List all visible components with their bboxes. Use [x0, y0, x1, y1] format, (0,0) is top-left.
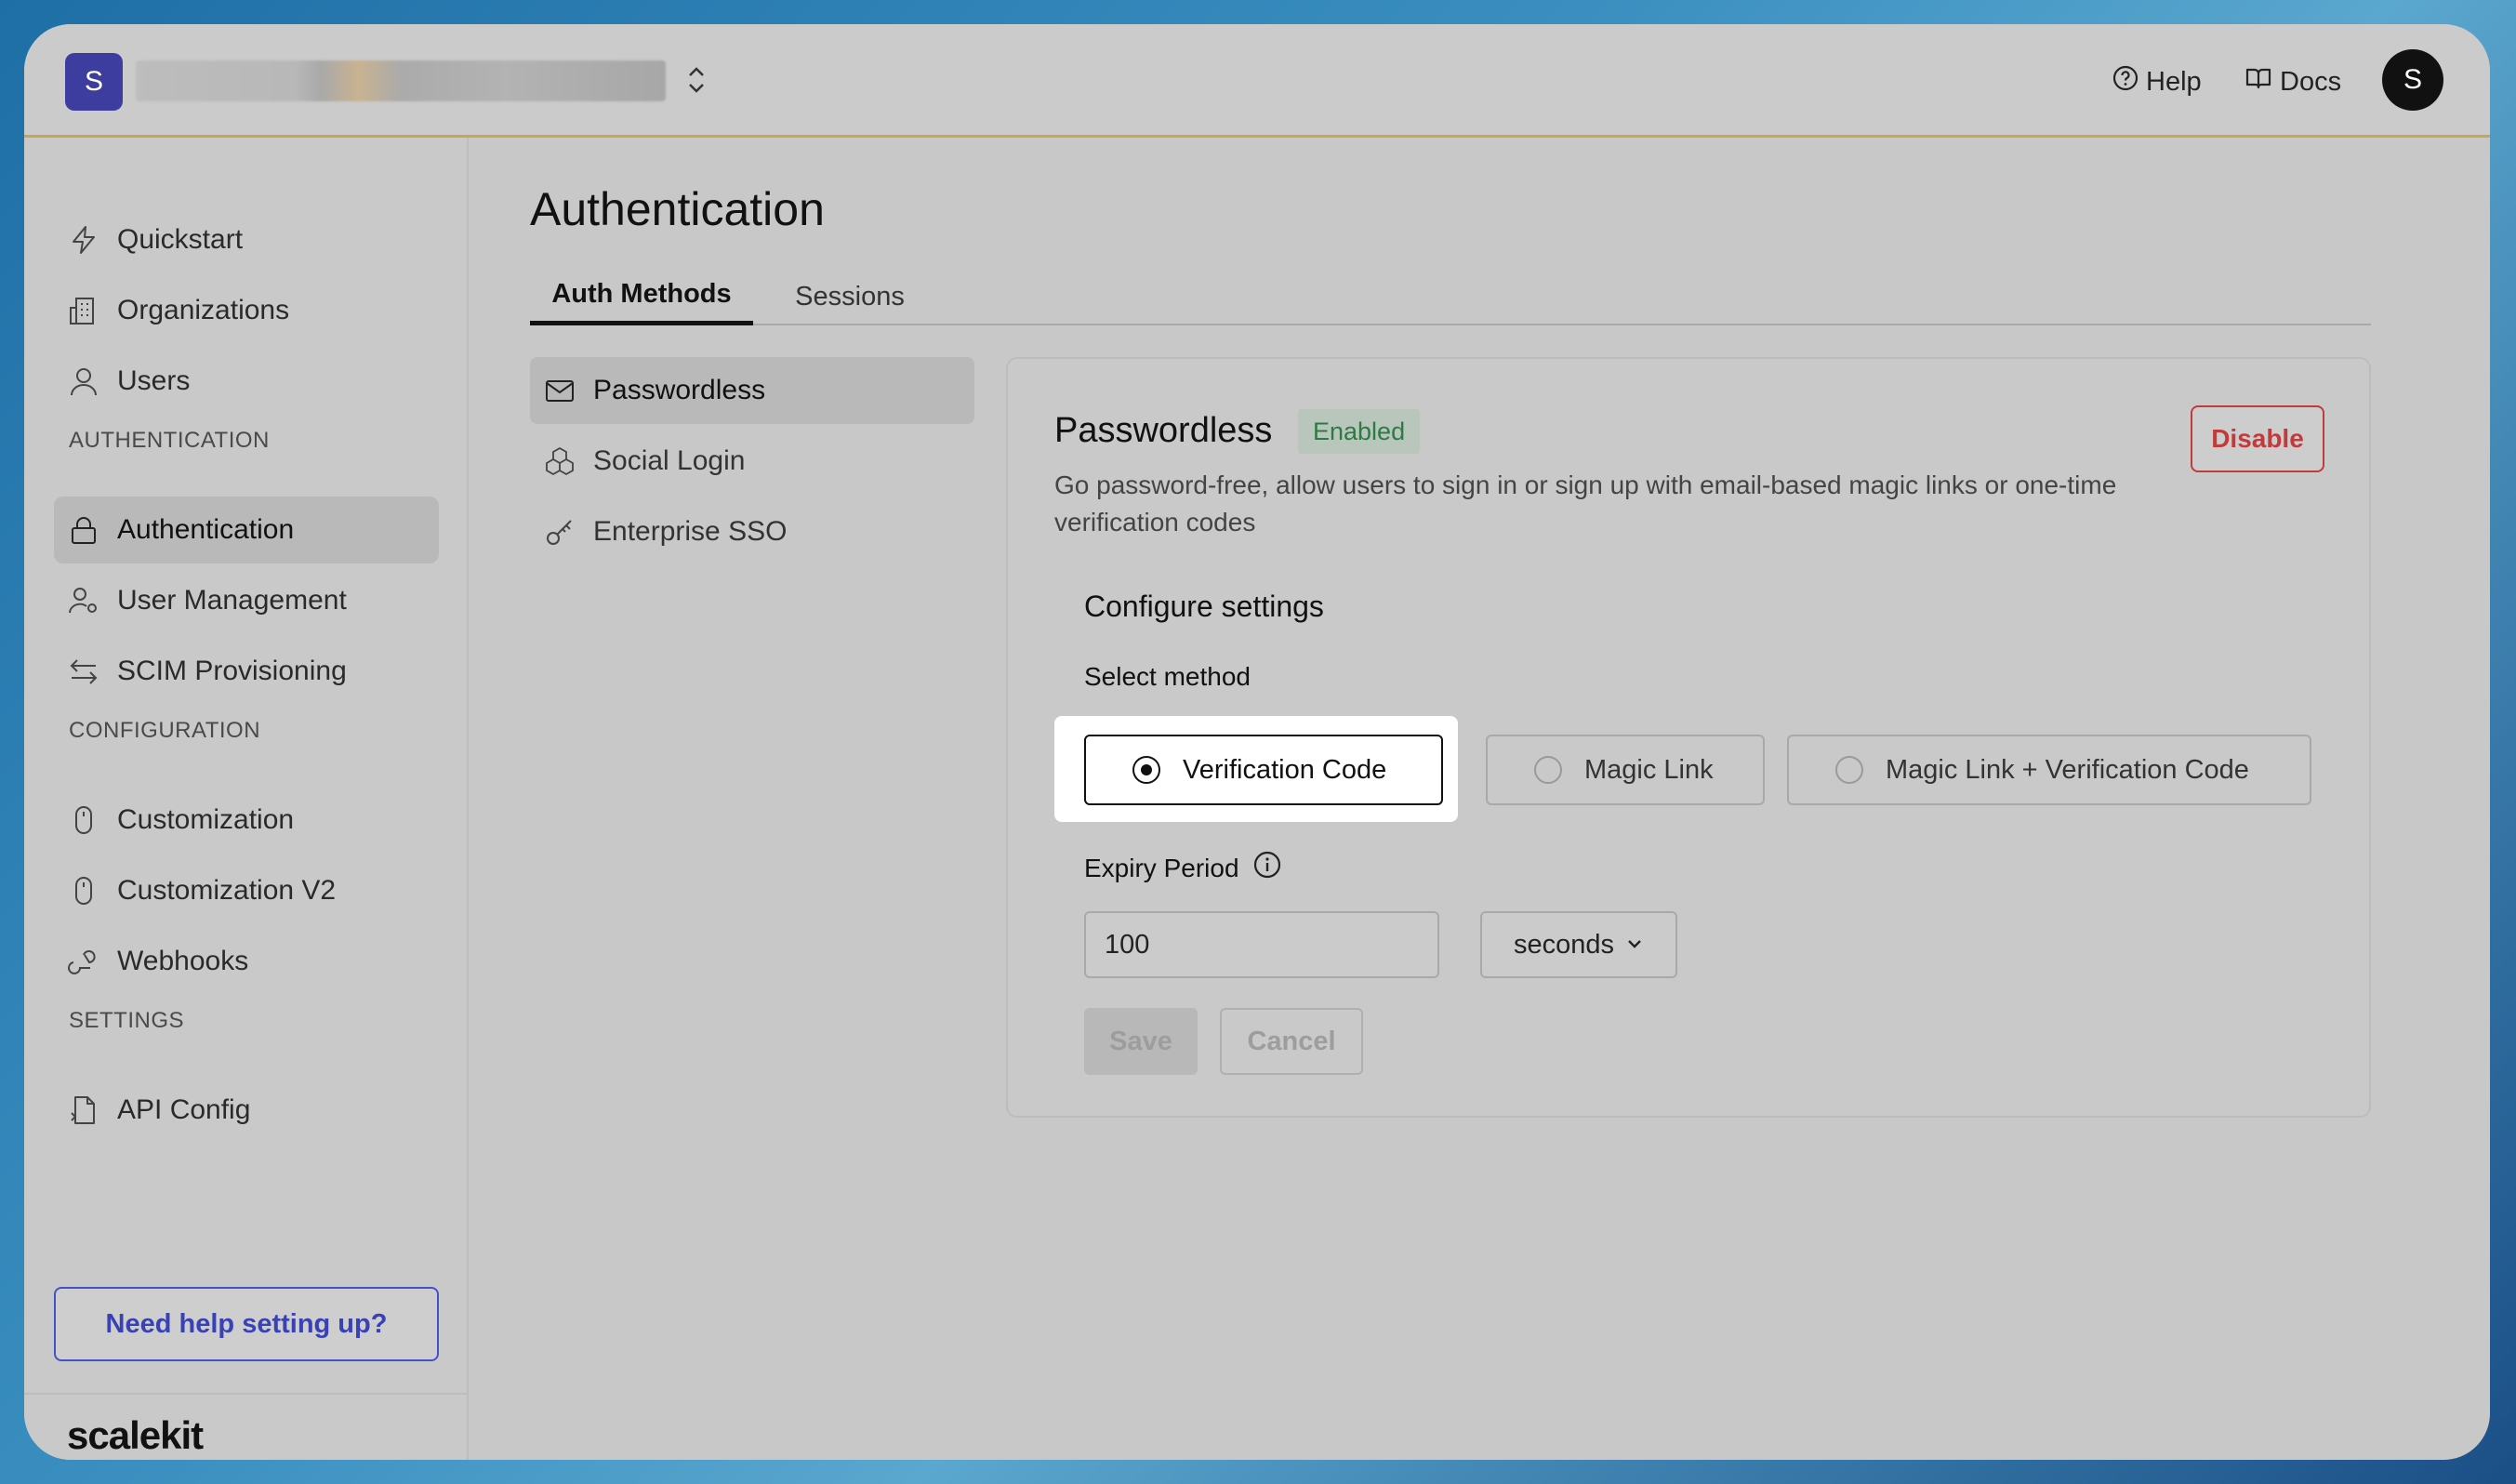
- sidebar-item-label: Customization: [117, 804, 295, 835]
- org-name-redacted[interactable]: [136, 60, 666, 101]
- option-verification-code[interactable]: Verification Code: [1084, 735, 1443, 805]
- option-magic-link-verification-code[interactable]: Magic Link + Verification Code: [1787, 735, 2311, 805]
- section-label-settings: SETTINGS: [69, 1008, 185, 1033]
- lock-icon: [67, 513, 100, 547]
- sidebar-item-webhooks[interactable]: Webhooks: [54, 928, 439, 995]
- key-icon: [543, 515, 576, 549]
- cubes-icon: [543, 444, 576, 478]
- passwordless-card: Passwordless Enabled Disable Go password…: [1006, 357, 2371, 1118]
- docs-link[interactable]: Docs: [2245, 61, 2341, 102]
- option-label: Magic Link: [1584, 754, 1714, 785]
- mail-icon: [543, 374, 576, 407]
- sidebar-item-scim-provisioning[interactable]: SCIM Provisioning: [54, 638, 439, 705]
- option-magic-link[interactable]: Magic Link: [1486, 735, 1765, 805]
- lightning-icon: [67, 223, 100, 257]
- sidebar-item-users[interactable]: Users: [54, 348, 439, 415]
- expiry-period-label: Expiry Period: [1084, 850, 1282, 886]
- method-item-social-login[interactable]: Social Login: [530, 428, 974, 495]
- section-label-authentication: AUTHENTICATION: [69, 428, 270, 453]
- webhook-icon: [67, 945, 100, 978]
- sidebar-item-user-management[interactable]: User Management: [54, 567, 439, 634]
- radio-unselected-icon: [1534, 756, 1562, 784]
- help-label: Help: [2146, 66, 2202, 97]
- sidebar-item-label: Webhooks: [117, 946, 249, 976]
- docs-label: Docs: [2280, 66, 2342, 97]
- mouse-icon: [67, 803, 100, 837]
- sidebar-item-authentication[interactable]: Authentication: [54, 497, 439, 563]
- sidebar-item-label: Organizations: [117, 295, 290, 325]
- org-avatar[interactable]: S: [65, 53, 123, 111]
- save-button[interactable]: Save: [1084, 1008, 1198, 1075]
- user-gear-icon: [67, 584, 100, 617]
- sidebar-item-label: User Management: [117, 585, 347, 616]
- user-avatar[interactable]: S: [2382, 49, 2443, 111]
- top-bar: S Help Docs S: [24, 24, 2490, 138]
- mouse-icon: [67, 874, 100, 908]
- disable-button[interactable]: Disable: [2191, 405, 2324, 472]
- method-item-label: Social Login: [593, 445, 746, 476]
- unit-select-value: seconds: [1513, 929, 1614, 960]
- expiry-unit-select[interactable]: seconds: [1480, 911, 1677, 978]
- building-icon: [67, 294, 100, 327]
- divider: [24, 1393, 467, 1395]
- select-method-label: Select method: [1084, 662, 1251, 691]
- tab-sessions[interactable]: Sessions: [775, 268, 924, 325]
- tab-auth-methods[interactable]: Auth Methods: [530, 268, 753, 325]
- arrows-swap-icon: [67, 655, 100, 688]
- need-help-button[interactable]: Need help setting up?: [54, 1287, 439, 1361]
- expiry-label-text: Expiry Period: [1084, 853, 1239, 882]
- radio-unselected-icon: [1835, 756, 1863, 784]
- info-icon[interactable]: [1252, 850, 1282, 886]
- cancel-button[interactable]: Cancel: [1220, 1008, 1363, 1075]
- configure-settings-title: Configure settings: [1084, 590, 1324, 623]
- tab-bar: Auth Methods Sessions: [530, 268, 2371, 325]
- sidebar-item-customization[interactable]: Customization: [54, 787, 439, 854]
- sidebar-item-quickstart[interactable]: Quickstart: [54, 206, 439, 273]
- help-circle-icon: [2112, 65, 2139, 99]
- file-code-icon: [67, 1093, 100, 1127]
- sidebar-item-label: Customization V2: [117, 875, 337, 906]
- page-title: Authentication: [530, 183, 825, 235]
- method-item-passwordless[interactable]: Passwordless: [530, 357, 974, 424]
- sidebar-item-label: Authentication: [117, 514, 295, 545]
- sidebar: Quickstart Organizations Users AUTHENTIC…: [24, 138, 469, 1460]
- sidebar-item-organizations[interactable]: Organizations: [54, 277, 439, 344]
- sidebar-item-label: Users: [117, 365, 191, 396]
- brand-logo: scalekit: [67, 1413, 204, 1457]
- sidebar-item-label: SCIM Provisioning: [117, 656, 347, 686]
- card-title: Passwordless: [1054, 411, 1273, 450]
- sidebar-item-label: API Config: [117, 1094, 251, 1125]
- option-label: Magic Link + Verification Code: [1886, 754, 2249, 785]
- sidebar-item-label: Quickstart: [117, 224, 244, 255]
- radio-selected-icon: [1132, 756, 1160, 784]
- method-item-label: Enterprise SSO: [593, 516, 788, 547]
- option-label: Verification Code: [1183, 754, 1387, 785]
- help-link[interactable]: Help: [2112, 61, 2202, 102]
- section-label-configuration: CONFIGURATION: [69, 718, 261, 743]
- card-description: Go password-free, allow users to sign in…: [1054, 470, 2117, 537]
- user-icon: [67, 364, 100, 398]
- method-item-enterprise-sso[interactable]: Enterprise SSO: [530, 498, 974, 565]
- chevron-up-down-icon[interactable]: [682, 61, 710, 99]
- book-icon: [2245, 65, 2272, 99]
- app-window: S Help Docs S Quickstart Organizations U…: [24, 24, 2490, 1460]
- sidebar-item-api-config[interactable]: API Config: [54, 1077, 439, 1144]
- expiry-period-input[interactable]: 100: [1084, 911, 1439, 978]
- status-badge: Enabled: [1298, 409, 1421, 454]
- sidebar-item-customization-v2[interactable]: Customization V2: [54, 857, 439, 924]
- method-item-label: Passwordless: [593, 375, 766, 405]
- chevron-down-icon: [1625, 930, 1644, 961]
